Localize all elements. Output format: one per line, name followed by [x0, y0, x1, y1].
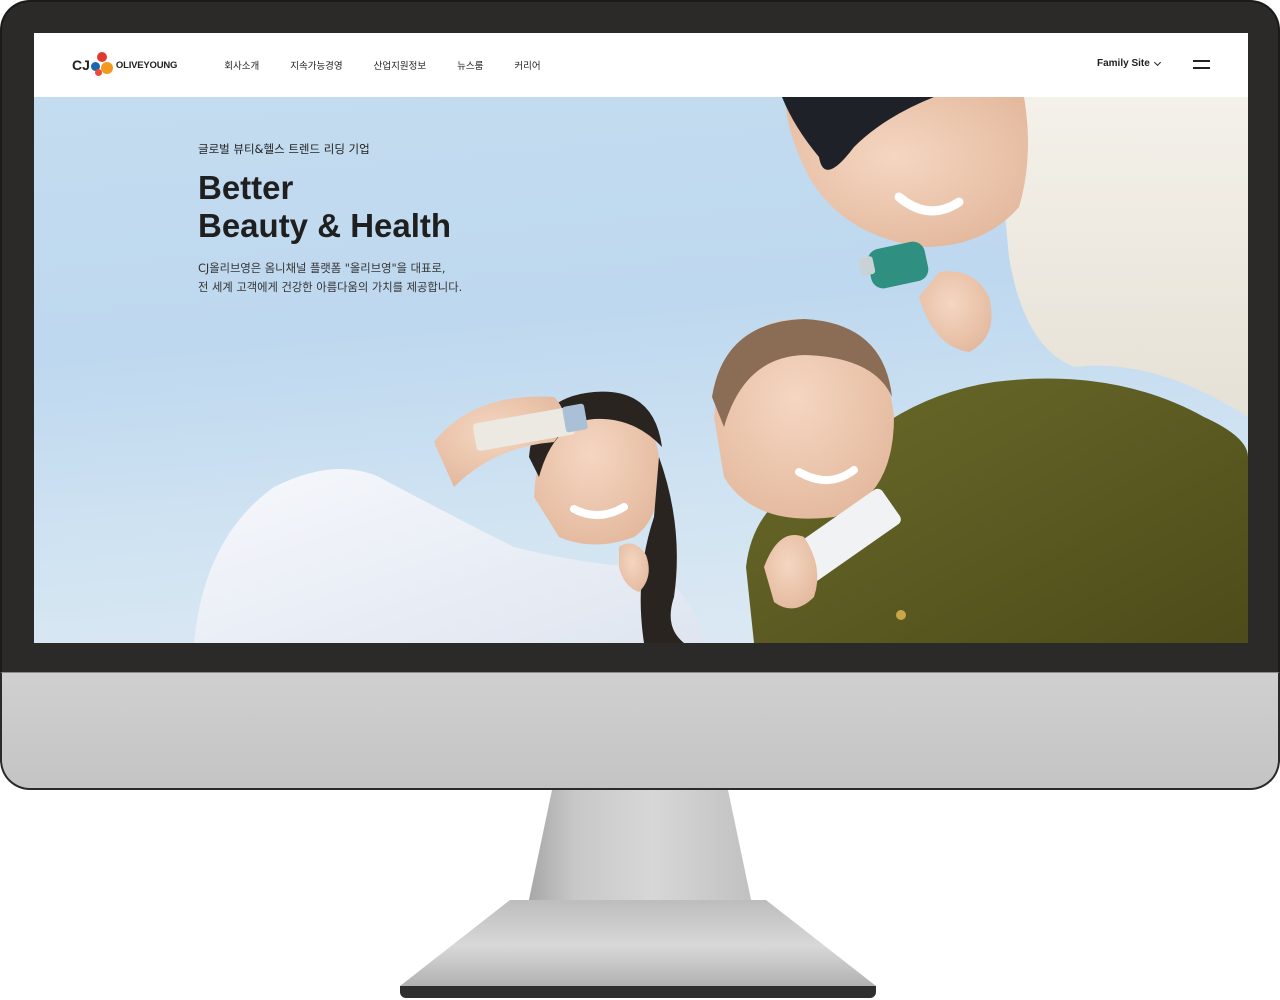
monitor-chin — [0, 672, 1280, 790]
hero-description-line-2: 전 세계 고객에게 건강한 아름다움의 가치를 제공합니다. — [198, 281, 463, 294]
hero-banner: 글로벌 뷰티&헬스 트렌드 리딩 기업 Better Beauty & Heal… — [34, 97, 1248, 643]
nav-item-newsroom[interactable]: 뉴스룸 — [457, 58, 483, 72]
woman-left-figure — [194, 391, 704, 643]
nav-item-career[interactable]: 커리어 — [514, 58, 540, 72]
hero-headline: Better Beauty & Health — [198, 169, 451, 245]
family-site-label: Family Site — [1097, 58, 1150, 69]
chevron-down-icon — [1153, 58, 1161, 66]
hero-headline-line-1: Better — [198, 169, 294, 206]
screen: CJ OLIVEYOUNG 회사소개 지속가능경영 산업지원정보 뉴스룸 커리어… — [34, 33, 1248, 643]
hero-description: CJ올리브영은 옴니채널 플랫폼 "올리브영"을 대표로, 전 세계 고객에게 … — [198, 259, 462, 297]
family-site-dropdown[interactable]: Family Site — [1097, 58, 1161, 69]
hamburger-icon — [1193, 60, 1210, 62]
nav-item-industry-support[interactable]: 산업지원정보 — [374, 58, 426, 72]
nav-item-about[interactable]: 회사소개 — [224, 58, 259, 72]
monitor-stand-base — [400, 900, 876, 986]
nav-item-sustainability[interactable]: 지속가능경영 — [290, 58, 342, 72]
logo-brand-text: OLIVEYOUNG — [115, 59, 178, 71]
logo-cj-text: CJ — [72, 57, 90, 73]
main-nav: 회사소개 지속가능경영 산업지원정보 뉴스룸 커리어 — [224, 58, 540, 72]
site-header: CJ OLIVEYOUNG 회사소개 지속가능경영 산업지원정보 뉴스룸 커리어… — [34, 33, 1248, 97]
monitor-stand-foot — [400, 986, 876, 998]
hamburger-menu-button[interactable] — [1193, 60, 1210, 70]
hero-headline-line-2: Beauty & Health — [198, 207, 452, 244]
cj-oliveyoung-logo[interactable]: CJ OLIVEYOUNG — [72, 45, 177, 85]
logo-dots-icon — [90, 52, 113, 78]
hero-eyebrow: 글로벌 뷰티&헬스 트렌드 리딩 기업 — [198, 142, 370, 156]
hero-description-line-1: CJ올리브영은 옴니채널 플랫폼 "올리브영"을 대표로, — [198, 262, 446, 275]
